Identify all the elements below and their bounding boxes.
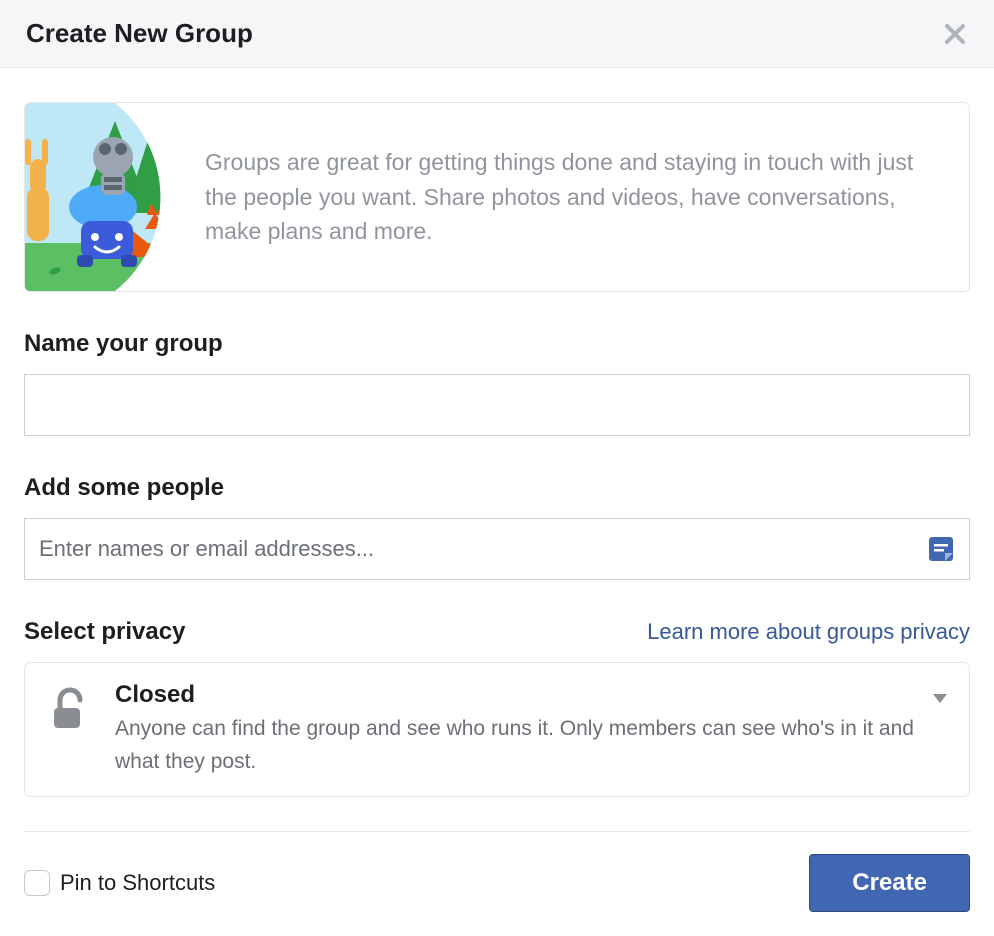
lock-open-icon <box>43 683 97 737</box>
learn-more-privacy-link[interactable]: Learn more about groups privacy <box>647 619 970 645</box>
privacy-row: Select privacy Learn more about groups p… <box>24 618 970 646</box>
pin-shortcuts-label: Pin to Shortcuts <box>60 870 215 896</box>
privacy-option-title: Closed <box>115 681 919 709</box>
pin-shortcuts-toggle[interactable]: Pin to Shortcuts <box>24 870 215 896</box>
footer-divider <box>24 831 970 832</box>
privacy-content: Closed Anyone can find the group and see… <box>115 681 919 778</box>
privacy-selector[interactable]: Closed Anyone can find the group and see… <box>24 662 970 797</box>
footer-row: Pin to Shortcuts Create <box>24 854 970 912</box>
create-button[interactable]: Create <box>809 854 970 912</box>
intro-illustration <box>25 103 163 291</box>
intro-text: Groups are great for getting things done… <box>163 123 969 272</box>
name-group-label: Name your group <box>24 330 970 358</box>
privacy-option-description: Anyone can find the group and see who ru… <box>115 713 919 778</box>
add-people-field-wrap <box>24 518 970 580</box>
create-group-dialog: Create New Group <box>0 0 994 936</box>
dialog-header: Create New Group <box>0 0 994 68</box>
add-people-input[interactable] <box>24 518 970 580</box>
dialog-title: Create New Group <box>26 18 253 49</box>
add-people-label: Add some people <box>24 474 970 502</box>
dialog-body: Groups are great for getting things done… <box>0 102 994 936</box>
pin-shortcuts-checkbox[interactable] <box>24 870 50 896</box>
note-icon[interactable] <box>926 534 956 564</box>
chevron-down-icon <box>933 691 947 709</box>
intro-card: Groups are great for getting things done… <box>24 102 970 292</box>
close-icon <box>944 23 966 45</box>
close-button[interactable] <box>940 19 970 49</box>
group-name-input[interactable] <box>24 374 970 436</box>
select-privacy-label: Select privacy <box>24 618 185 646</box>
